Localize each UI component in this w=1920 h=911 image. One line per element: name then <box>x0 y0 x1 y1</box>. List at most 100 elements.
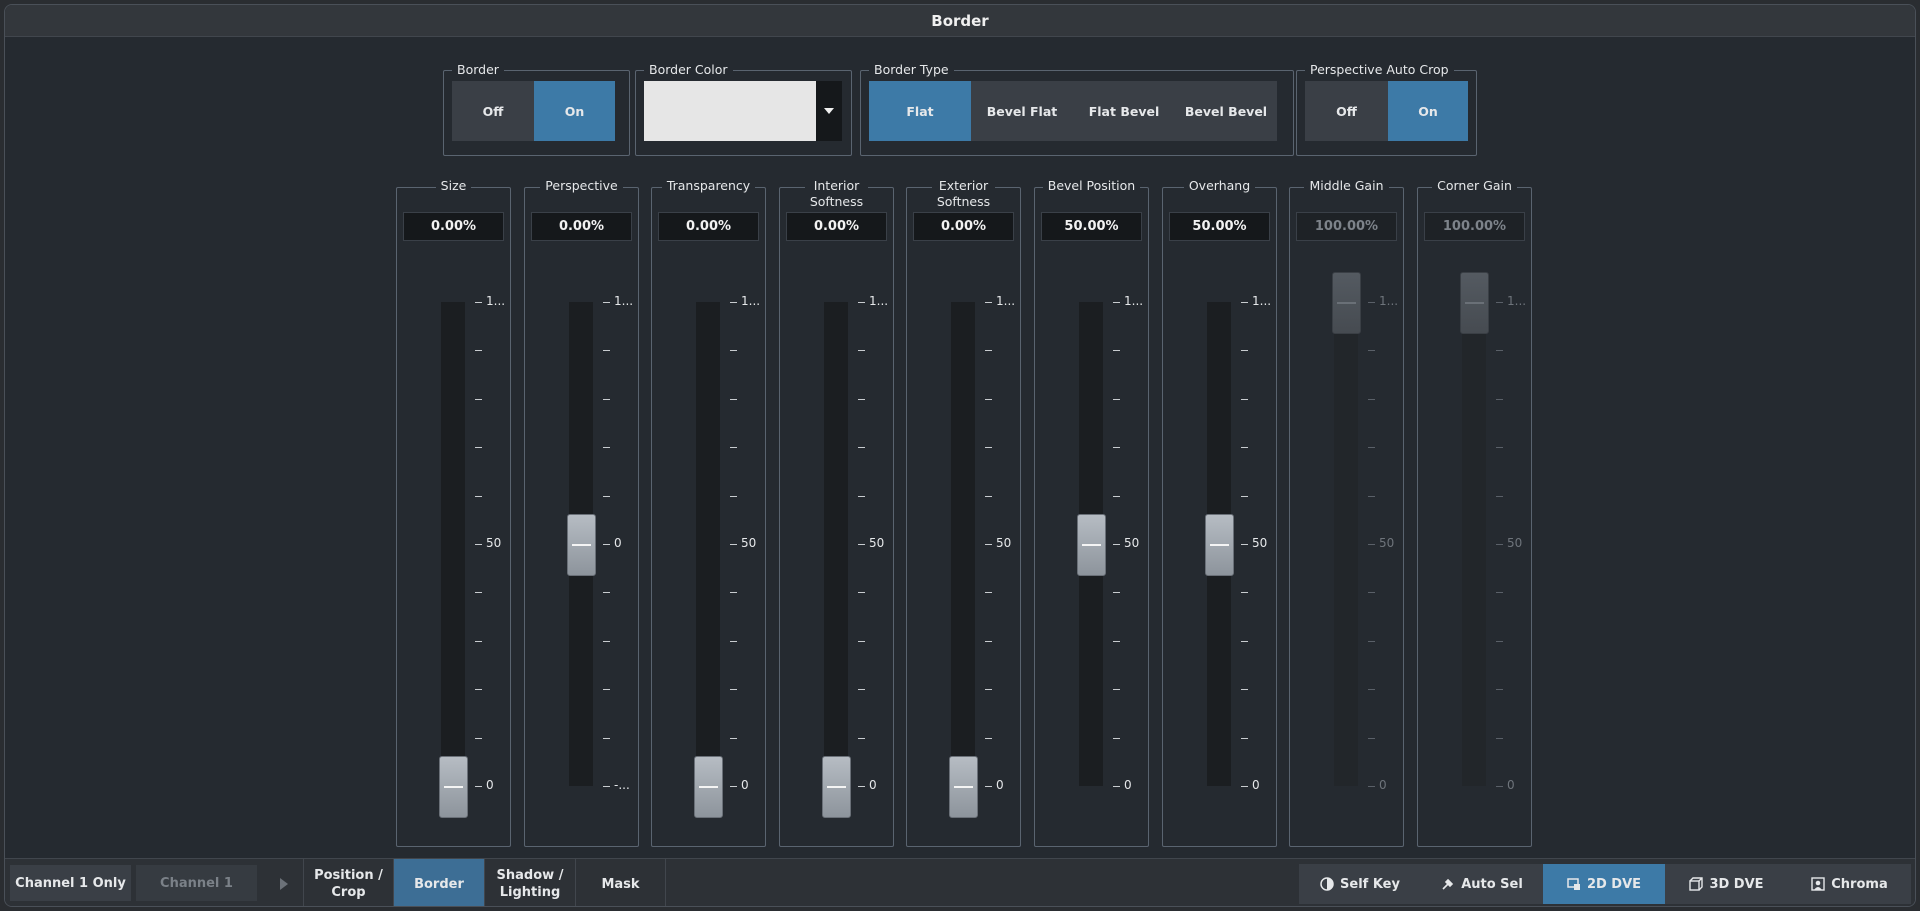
slider-value-field[interactable]: 0.00% <box>786 212 887 241</box>
slider-column: Transparency 0.00% 1... 50 0 <box>651 178 766 847</box>
slider-thumb[interactable] <box>1205 514 1234 576</box>
slider-tick <box>1113 495 1120 497</box>
perspective-auto-crop-label: Perspective Auto Crop <box>1305 62 1454 77</box>
slider-track[interactable] <box>824 302 848 786</box>
slider-label-wrap: Interior Softness <box>780 178 893 210</box>
2d-dve-button[interactable]: 2D DVE <box>1543 864 1665 904</box>
slider-tick-label: 50 <box>1124 536 1140 550</box>
slider-tick <box>603 495 610 497</box>
perspective-auto-crop-on-button[interactable]: On <box>1388 81 1468 141</box>
auto-select-icon <box>1441 877 1455 891</box>
slider-tick <box>1496 398 1503 400</box>
slider-label-wrap: Overhang <box>1163 178 1276 194</box>
border-window: Border Border Off On Border Color Border… <box>4 4 1916 907</box>
slider-thumb[interactable] <box>694 756 723 818</box>
slider-tick <box>730 689 737 691</box>
chevron-down-icon <box>824 108 834 114</box>
border-type-bevel-flat-button[interactable]: Bevel Flat <box>971 81 1073 141</box>
slider-tick <box>1241 640 1248 642</box>
slider-tick <box>858 786 865 787</box>
chroma-button[interactable]: Chroma <box>1788 864 1911 904</box>
border-off-button[interactable]: Off <box>452 81 534 141</box>
border-color-swatch[interactable] <box>644 81 816 141</box>
slider-tick <box>985 640 992 642</box>
border-type-flat-bevel-button[interactable]: Flat Bevel <box>1073 81 1175 141</box>
self-key-button[interactable]: Self Key <box>1299 864 1421 904</box>
auto-sel-button[interactable]: Auto Sel <box>1421 864 1543 904</box>
slider-tick <box>858 640 865 642</box>
slider-tick <box>1241 544 1248 545</box>
channel-only-button[interactable]: Channel 1 Only <box>10 865 131 901</box>
slider-value-field[interactable]: 0.00% <box>913 212 1014 241</box>
slider-value-field[interactable]: 0.00% <box>658 212 759 241</box>
tab-position-crop[interactable]: Position / Crop <box>304 859 393 906</box>
slider-label-wrap: Transparency <box>652 178 765 194</box>
slider-tick <box>603 640 610 642</box>
slider-value-field[interactable]: 0.00% <box>403 212 504 241</box>
slider-tick <box>1368 398 1375 400</box>
slider-tick <box>603 447 610 449</box>
slider-thumb[interactable] <box>439 756 468 818</box>
3d-dve-button[interactable]: 3D DVE <box>1665 864 1788 904</box>
slider-tick <box>1113 302 1120 303</box>
border-on-button[interactable]: On <box>534 81 615 141</box>
slider-tick <box>985 350 992 352</box>
slider-value-field[interactable]: 50.00% <box>1169 212 1270 241</box>
slider-tick-label: 1... <box>486 294 506 308</box>
slider-tick <box>1241 737 1248 739</box>
tab-shadow-lighting[interactable]: Shadow / Lighting <box>485 859 575 906</box>
slider-tick-label: 50 <box>996 536 1012 550</box>
slider-tick <box>1496 447 1503 449</box>
slider-tick <box>985 495 992 497</box>
slider-value-field[interactable]: 50.00% <box>1041 212 1142 241</box>
slider-column: Overhang 50.00% 1... 50 0 <box>1162 178 1277 847</box>
slider-tick <box>730 350 737 352</box>
slider-tick-label: 0 <box>869 778 877 792</box>
slider-tick <box>1368 544 1375 545</box>
channel-button[interactable]: Channel 1 <box>136 865 257 901</box>
slider-track[interactable] <box>696 302 720 786</box>
slider-track[interactable] <box>1462 302 1486 786</box>
slider-thumb[interactable] <box>567 514 596 576</box>
border-toggle: Off On <box>452 81 615 141</box>
slider-thumb[interactable] <box>1460 272 1489 334</box>
slider-tick <box>1113 640 1120 642</box>
slider-tick <box>1496 786 1503 787</box>
chroma-label: Chroma <box>1831 876 1888 892</box>
slider-track[interactable] <box>1334 302 1358 786</box>
slider-tick-label: 1... <box>614 294 634 308</box>
slider-thumb[interactable] <box>1077 514 1106 576</box>
perspective-auto-crop-off-button[interactable]: Off <box>1305 81 1388 141</box>
slider-thumb[interactable] <box>822 756 851 818</box>
slider-label: Overhang <box>1183 178 1256 194</box>
perspective-auto-crop-toggle: Off On <box>1305 81 1468 141</box>
border-color-dropdown[interactable] <box>816 81 842 141</box>
border-color-label: Border Color <box>644 62 733 77</box>
slider-label: Exterior Softness <box>931 178 996 210</box>
slider-tick <box>603 350 610 352</box>
slider-thumb[interactable] <box>949 756 978 818</box>
slider-tick-label: 1... <box>741 294 761 308</box>
slider-value-field[interactable]: 0.00% <box>531 212 632 241</box>
slider-value-field[interactable]: 100.00% <box>1424 212 1525 241</box>
slider-label-wrap: Exterior Softness <box>907 178 1020 210</box>
slider-tick <box>603 737 610 739</box>
slider-track[interactable] <box>951 302 975 786</box>
slider-column: Interior Softness 0.00% 1... 50 0 <box>779 178 894 847</box>
border-type-flat-button[interactable]: Flat <box>869 81 971 141</box>
slider-tick <box>603 592 610 594</box>
slider-tick <box>1368 737 1375 739</box>
tab-mask[interactable]: Mask <box>576 859 665 906</box>
slider-thumb[interactable] <box>1332 272 1361 334</box>
slider-tick <box>730 544 737 545</box>
slider-tick <box>730 447 737 449</box>
tab-border[interactable]: Border <box>394 859 484 906</box>
slider-value-field[interactable]: 100.00% <box>1296 212 1397 241</box>
slider-tick <box>475 640 482 642</box>
slider-track[interactable] <box>441 302 465 786</box>
slider-tick <box>985 737 992 739</box>
slider-tick <box>1368 302 1375 303</box>
self-key-label: Self Key <box>1340 876 1400 892</box>
slider-tick <box>475 302 482 303</box>
border-type-bevel-bevel-button[interactable]: Bevel Bevel <box>1175 81 1277 141</box>
